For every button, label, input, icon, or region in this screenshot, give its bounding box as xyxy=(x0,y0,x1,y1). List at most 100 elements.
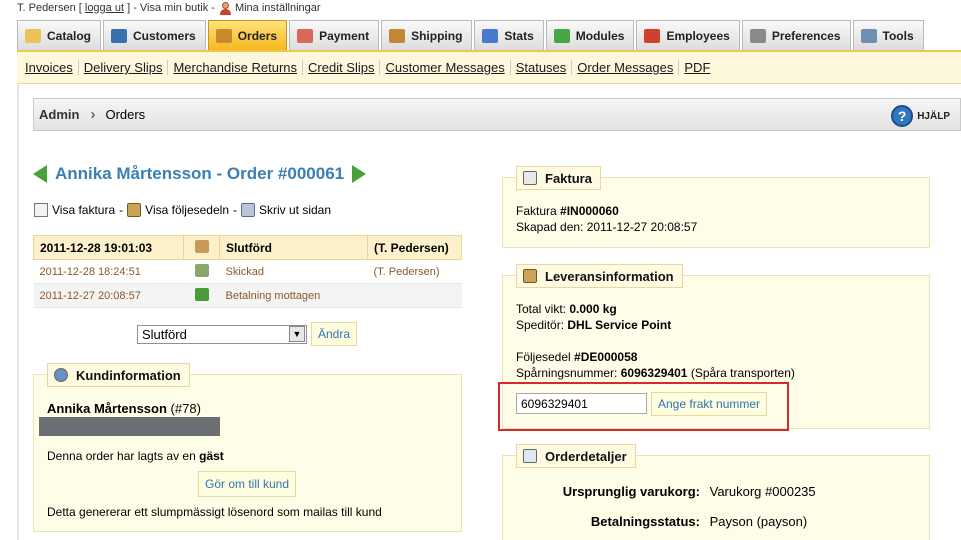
tab-label: Customers xyxy=(133,28,196,43)
customer-info-panel: Kundinformation Annika Mårtensson (#78) … xyxy=(33,363,462,532)
subnav-link-pdf[interactable]: PDF xyxy=(678,60,715,75)
subnav-link-invoices[interactable]: Invoices xyxy=(20,60,78,75)
printer-icon xyxy=(241,203,255,217)
view-shop-link[interactable]: Visa min butik xyxy=(140,2,208,14)
chevron-right-icon: › xyxy=(90,106,96,123)
history-row: 2011-12-27 20:08:57 Betalning mottagen xyxy=(33,283,462,308)
chevron-down-icon[interactable]: ▼ xyxy=(289,326,305,342)
order-header: Annika Mårtensson - Order #000061 xyxy=(33,164,367,184)
customer-name-line: Annika Mårtensson (#78) xyxy=(47,401,201,416)
delivery-slip-number[interactable]: #DE000058 xyxy=(574,350,637,364)
view-invoice-link[interactable]: Visa faktura xyxy=(52,203,115,217)
customer-icon xyxy=(54,368,68,382)
help-button[interactable]: ? HJÄLP xyxy=(891,105,950,127)
details-row: Betalningsstatus: Payson (payson) xyxy=(488,514,807,529)
carrier-label: Speditör: xyxy=(516,318,565,332)
tab-shipping[interactable]: Shipping xyxy=(381,20,473,50)
cart-icon xyxy=(215,28,232,43)
details-value: Payson (payson) xyxy=(709,514,808,529)
tab-label: Orders xyxy=(237,28,278,43)
order-details-title: Orderdetaljer xyxy=(545,448,627,464)
separator-dash: - xyxy=(208,2,215,14)
history-employee xyxy=(367,283,462,308)
payment-icon xyxy=(297,28,314,43)
change-status-button[interactable]: Ändra xyxy=(311,322,358,346)
tab-catalog[interactable]: Catalog xyxy=(17,20,102,50)
history-row: 2011-12-28 18:24:51 Skickad (T. Pedersen) xyxy=(33,259,462,284)
customer-info-legend: Kundinformation xyxy=(47,363,190,387)
tab-label: Preferences xyxy=(771,28,841,43)
tab-label: Modules xyxy=(575,28,625,43)
convert-to-customer-button[interactable]: Gör om till kund xyxy=(198,471,297,497)
user-name: T. Pedersen xyxy=(17,2,76,14)
truck-icon xyxy=(523,269,537,283)
logout-link[interactable]: logga ut xyxy=(85,2,124,14)
subnav-link-credit-slips[interactable]: Credit Slips xyxy=(302,60,379,75)
help-icon: ? xyxy=(891,105,914,127)
invoice-created-line: Skapad den: 2011-12-27 20:08:57 xyxy=(516,220,697,234)
tab-payment[interactable]: Payment xyxy=(289,20,380,50)
tab-label: Catalog xyxy=(47,28,92,43)
tab-preferences[interactable]: Preferences xyxy=(741,20,851,50)
order-status-select[interactable]: Slutförd ▼ xyxy=(137,324,307,344)
breadcrumb-admin[interactable]: Admin xyxy=(39,107,79,122)
invoice-legend: Faktura xyxy=(516,166,601,190)
tab-customers[interactable]: Customers xyxy=(103,20,206,50)
invoice-number[interactable]: #IN000060 xyxy=(560,204,619,218)
weight-line: Total vikt: 0.000 kg xyxy=(516,302,617,316)
tab-employees[interactable]: Employees xyxy=(636,20,740,50)
previous-order-arrow-icon[interactable] xyxy=(33,165,47,183)
history-date: 2011-12-27 20:08:57 xyxy=(33,283,184,308)
user-icon xyxy=(219,1,232,15)
highlight-frame xyxy=(498,382,789,431)
order-actions: Visa faktura - Visa följesedeln - Skriv … xyxy=(34,203,331,217)
tab-modules[interactable]: Modules xyxy=(545,20,635,50)
subnav-link-order-messages[interactable]: Order Messages xyxy=(571,60,678,75)
print-page-link[interactable]: Skriv ut sidan xyxy=(259,203,331,217)
carrier-line: Speditör: DHL Service Point xyxy=(516,318,671,332)
history-employee: (T. Pedersen) xyxy=(367,259,462,284)
history-status: Skickad xyxy=(219,259,368,284)
tab-label: Tools xyxy=(882,28,914,43)
next-order-arrow-icon[interactable] xyxy=(352,165,367,183)
track-shipment-link[interactable]: (Spåra transporten) xyxy=(691,366,795,380)
customers-icon xyxy=(111,28,128,43)
check-icon xyxy=(194,287,209,301)
logout-bracket-open: [ xyxy=(75,2,85,14)
weight-label: Total vikt: xyxy=(516,302,567,316)
shipping-info-legend: Leveransinformation xyxy=(516,264,683,288)
invoice-created-label: Skapad den: xyxy=(516,220,584,234)
tab-tools[interactable]: Tools xyxy=(852,20,924,50)
wrench-icon xyxy=(860,28,877,43)
main-tabs: Catalog Customers Orders Payment Shipping Sta… xyxy=(17,20,926,50)
order-history-table: 2011-12-28 19:01:03 Slutförd (T. Pedersen)… xyxy=(33,235,462,308)
delivery-slip-label: Följesedel xyxy=(516,350,571,364)
customer-name[interactable]: Annika Mårtensson xyxy=(47,401,167,416)
subnav-link-statuses[interactable]: Statuses xyxy=(509,60,572,75)
history-row: 2011-12-28 19:01:03 Slutförd (T. Pedersen) xyxy=(33,235,462,260)
customer-id: (#78) xyxy=(170,401,201,416)
tab-label: Employees xyxy=(666,28,730,43)
tab-label: Shipping xyxy=(411,28,463,43)
status-form: Slutförd ▼ Ändra xyxy=(137,322,358,346)
view-delivery-slip-link[interactable]: Visa följesedeln xyxy=(145,203,229,217)
history-icon-cell xyxy=(183,235,220,260)
tab-label: Payment xyxy=(319,28,370,43)
invoice-created-date: 2011-12-27 20:08:57 xyxy=(586,220,698,234)
history-icon-cell xyxy=(183,259,220,284)
breadcrumb-current: Orders xyxy=(105,107,146,122)
details-row: Ursprunglig varukorg: Varukorg #000235 xyxy=(488,484,816,499)
my-settings-link[interactable]: Mina inställningar xyxy=(235,2,321,14)
tab-orders[interactable]: Orders xyxy=(207,20,288,50)
details-value[interactable]: Varukorg #000235 xyxy=(710,484,816,499)
subnav-link-merchandise-returns[interactable]: Merchandise Returns xyxy=(167,60,302,75)
subnav-link-delivery-slips[interactable]: Delivery Slips xyxy=(77,60,168,75)
folder-icon xyxy=(25,28,41,43)
invoice-number-line: Faktura #IN000060 xyxy=(516,204,619,218)
tracking-label: Spårningsnummer: xyxy=(516,366,618,380)
tab-stats[interactable]: Stats xyxy=(474,20,544,50)
subnav-link-customer-messages[interactable]: Customer Messages xyxy=(379,60,509,75)
guest-text: Denna order har lagts av en xyxy=(47,449,196,463)
sub-navigation: Invoices Delivery Slips Merchandise Return… xyxy=(17,50,961,84)
details-label: Betalningsstatus: xyxy=(590,514,700,529)
